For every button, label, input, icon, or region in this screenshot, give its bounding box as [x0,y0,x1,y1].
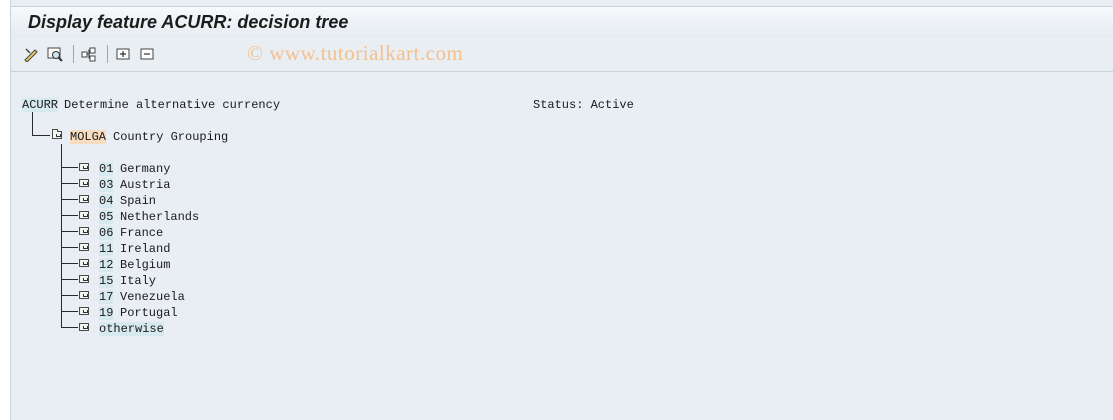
collapse-icon[interactable] [138,45,156,63]
folder-closed-icon[interactable] [79,227,89,235]
node-code[interactable]: 15 [99,274,114,288]
change-icon[interactable] [22,45,40,63]
node-code[interactable]: 12 [99,258,114,272]
node-label: France [120,226,164,240]
tree-connector [61,215,78,216]
node-label: Austria [120,178,171,192]
feature-description: Determine alternative currency [64,98,281,112]
node-label: Spain [120,194,157,208]
main-window: Display feature ACURR: decision tree © w… [10,0,1113,420]
tree-connector [61,263,78,264]
node-label: Ireland [120,242,171,256]
tree-connector [32,112,33,136]
folder-closed-icon[interactable] [79,211,89,219]
group-description: Country Grouping [113,130,229,144]
node-code[interactable]: 05 [99,210,114,224]
feature-code[interactable]: ACURR [22,98,59,112]
title-bar: Display feature ACURR: decision tree [11,6,1113,38]
decision-tree: ACURR Determine alternative currency Sta… [11,72,1113,420]
node-code[interactable]: 01 [99,162,114,176]
tree-connector [61,231,78,232]
application-toolbar: © www.tutorialkart.com [11,37,1113,72]
folder-closed-icon[interactable] [79,195,89,203]
folder-closed-icon[interactable] [79,307,89,315]
display-icon[interactable] [46,45,64,63]
node-label: Belgium [120,258,171,272]
tree-connector [61,183,78,184]
node-code[interactable]: 04 [99,194,114,208]
folder-closed-icon[interactable] [79,163,89,171]
folder-closed-icon[interactable] [79,259,89,267]
folder-closed-icon[interactable] [79,243,89,251]
tree-connector [61,311,78,312]
otherwise-node[interactable]: otherwise [99,322,164,336]
folder-closed-icon[interactable] [79,323,89,331]
node-label: Germany [120,162,171,176]
tree-connector [61,327,78,328]
tree-connector [61,167,78,168]
expand-icon[interactable] [114,45,132,63]
watermark: © www.tutorialkart.com [247,41,464,65]
node-code[interactable]: 11 [99,242,114,256]
window-title: Display feature ACURR: decision tree [28,12,349,32]
folder-closed-icon[interactable] [79,275,89,283]
tree-connector [61,295,78,296]
node-code[interactable]: 17 [99,290,114,304]
toolbar-separator [107,45,108,63]
folder-closed-icon[interactable] [79,179,89,187]
tree-connector [61,247,78,248]
feature-status: Status: Active [533,98,634,112]
tree-connector [32,135,50,136]
node-label: Venezuela [120,290,185,304]
tree-connector [61,199,78,200]
node-code[interactable]: 03 [99,178,114,192]
structure-icon[interactable] [80,45,98,63]
node-code[interactable]: 06 [99,226,114,240]
folder-closed-icon[interactable] [79,291,89,299]
node-label: Portugal [120,306,178,320]
tree-connector [61,279,78,280]
toolbar-separator [73,45,74,63]
group-code[interactable]: MOLGA [70,130,107,144]
node-label: Italy [120,274,157,288]
node-label: Netherlands [120,210,200,224]
folder-open-icon[interactable] [52,129,62,139]
node-code[interactable]: 19 [99,306,114,320]
tree-connector [61,144,62,327]
